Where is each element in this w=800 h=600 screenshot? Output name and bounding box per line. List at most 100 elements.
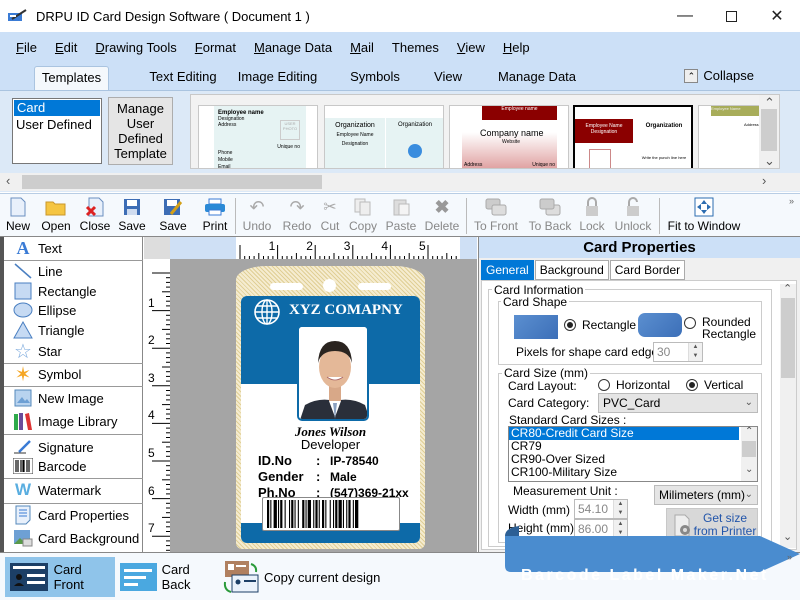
rectangle-radio[interactable] [564,319,576,331]
horizontal-radio[interactable] [598,379,610,391]
card-category-dropdown[interactable]: PVC_Card ⌄ [598,393,758,413]
size-option[interactable]: CR100-Military Size [509,466,757,479]
save-button[interactable]: Save [117,196,147,236]
scroll-right-icon[interactable]: › [762,173,766,188]
scroll-thumb[interactable] [781,298,795,378]
scroll-up-icon[interactable]: ⌃ [783,282,792,295]
field-label-gender[interactable]: Gender [258,469,304,484]
redo-button[interactable]: ↷ Redo [281,196,313,236]
cut-button[interactable]: ✂ Cut [318,196,342,236]
template-thumbnail[interactable]: Employee name Designation Address USER P… [198,105,318,168]
tool-barcode[interactable]: Barcode [12,456,86,476]
delete-button[interactable]: ✖ Delete [424,196,460,236]
tool-star[interactable]: ☆ Star [12,341,62,363]
menu-mail[interactable]: Mail [350,40,374,55]
menu-view[interactable]: View [457,40,485,55]
sizes-list-scrollbar[interactable]: ⌃ ⌄ [741,425,757,481]
spinner-arrows-icon[interactable]: ▲ ▼ [688,343,702,361]
tab-image-editing[interactable]: Image Editing [230,66,325,90]
overflow-icon[interactable]: » [787,552,792,562]
menu-manage-data[interactable]: Manage Data [254,40,332,55]
menu-help[interactable]: Help [503,40,530,55]
rounded-rectangle-radio[interactable] [684,317,696,329]
spinner-arrows-icon[interactable]: ▲ ▼ [613,500,627,518]
print-button[interactable]: Print [200,196,230,236]
tab-templates[interactable]: Templates [34,66,109,90]
tab-text-editing[interactable]: Text Editing [128,66,238,90]
menu-format[interactable]: Format [195,40,236,55]
tool-new-image[interactable]: New Image [12,388,104,408]
tool-text[interactable]: A Text [12,238,62,258]
tab-view[interactable]: View [428,66,468,90]
rounded-rectangle-shape-preview[interactable] [638,313,682,337]
tab-manage-data[interactable]: Manage Data [497,66,577,90]
card-barcode[interactable] [262,497,400,531]
gallery-horizontal-scrollbar[interactable]: ‹ › [0,173,800,191]
open-button[interactable]: Open [38,196,74,236]
width-spinner[interactable]: 54.10 ▲ ▼ [574,499,628,519]
toolbar-overflow-icon[interactable]: » [789,196,794,206]
template-thumbnail[interactable]: Employee Name Address [698,105,768,168]
tab-card-border[interactable]: Card Border [609,260,686,280]
maximize-button[interactable] [708,0,754,32]
unlock-button[interactable]: Unlock [613,196,653,236]
menu-themes[interactable]: Themes [392,40,439,55]
template-thumbnail[interactable]: Organization Employee Name Designation O… [324,105,444,168]
employee-photo[interactable] [297,325,369,421]
collapse-button[interactable]: ⌃ Collapse [684,68,754,83]
employee-designation[interactable]: Developer [241,437,420,452]
close-doc-button[interactable]: Close [78,196,112,236]
id-card-front[interactable]: XYZ COMAPNY Jones Wilson Developer ID.No… [241,296,420,543]
minimize-button[interactable]: — [662,0,708,32]
copy-current-design-button[interactable]: Copy current design [222,557,382,597]
undo-button[interactable]: ↶ Undo [241,196,273,236]
card-front-button[interactable]: Card Front [5,557,115,597]
properties-scrollbar[interactable]: ⌃ ⌄ [780,282,796,548]
template-thumbnail[interactable]: Employee name Company name Website Addre… [449,105,569,168]
tool-ellipse[interactable]: Ellipse [12,300,76,320]
design-canvas[interactable]: 12345 1234567 XYZ COMAPNY Jones Wilson D… [144,237,477,552]
menu-file[interactable]: File [16,40,37,55]
tool-symbol[interactable]: ✶ Symbol [12,364,82,386]
field-label-id[interactable]: ID.No [258,453,292,468]
gallery-vertical-scrollbar[interactable]: ⌃ ⌄ [759,95,779,168]
lock-button[interactable]: Lock [578,196,606,236]
field-value-gender[interactable]: Male [330,470,357,484]
rectangle-shape-preview[interactable] [514,315,558,339]
tool-image-library[interactable]: Image Library [12,411,117,431]
scroll-left-icon[interactable]: ‹ [6,173,10,188]
tool-card-properties[interactable]: Card Properties [12,505,129,525]
paste-button[interactable]: Paste [385,196,417,236]
menu-drawing-tools[interactable]: Drawing Tools [95,40,176,55]
close-button[interactable]: ✕ [754,0,800,32]
tool-rectangle[interactable]: Rectangle [12,281,97,301]
size-option[interactable]: CR80-Credit Card Size [509,427,739,440]
edge-pixels-spinner[interactable]: 30 ▲ ▼ [653,342,703,362]
tool-triangle[interactable]: Triangle [12,320,84,340]
measurement-unit-dropdown[interactable]: Milimeters (mm) ⌄ [654,485,758,505]
scroll-up-icon[interactable]: ⌃ [745,425,753,438]
card-back-button[interactable]: Card Back [120,557,220,597]
fit-to-window-button[interactable]: Fit to Window [666,196,742,236]
scroll-down-icon[interactable]: ⌄ [745,463,753,476]
to-front-button[interactable]: To Front [472,196,520,236]
scroll-thumb[interactable] [742,441,756,457]
company-name[interactable]: XYZ COMAPNY [289,302,403,319]
scroll-thumb[interactable] [22,175,322,189]
template-thumbnail-selected[interactable]: Employee Name Designation Organization W… [573,105,693,168]
tab-background[interactable]: Background [534,260,609,280]
tool-card-background[interactable]: Card Background [12,528,139,548]
menu-edit[interactable]: Edit [55,40,77,55]
standard-sizes-list[interactable]: CR80-Credit Card Size CR79 CR90-Over Siz… [508,426,758,482]
tool-watermark[interactable]: W Watermark [12,480,101,500]
list-item-card-templates[interactable]: Card Templates [14,100,100,131]
tool-line[interactable]: Line [12,261,63,281]
save-as-button[interactable]: Save as [152,196,194,249]
tool-signature[interactable]: Signature [12,437,94,457]
new-button[interactable]: New [3,196,33,236]
field-value-id[interactable]: IP-78540 [330,454,379,468]
scroll-down-icon[interactable]: ⌄ [764,153,775,168]
template-category-list[interactable]: Card Templates User Defined [12,98,102,164]
vertical-radio[interactable] [686,379,698,391]
scroll-thumb[interactable] [761,109,777,151]
